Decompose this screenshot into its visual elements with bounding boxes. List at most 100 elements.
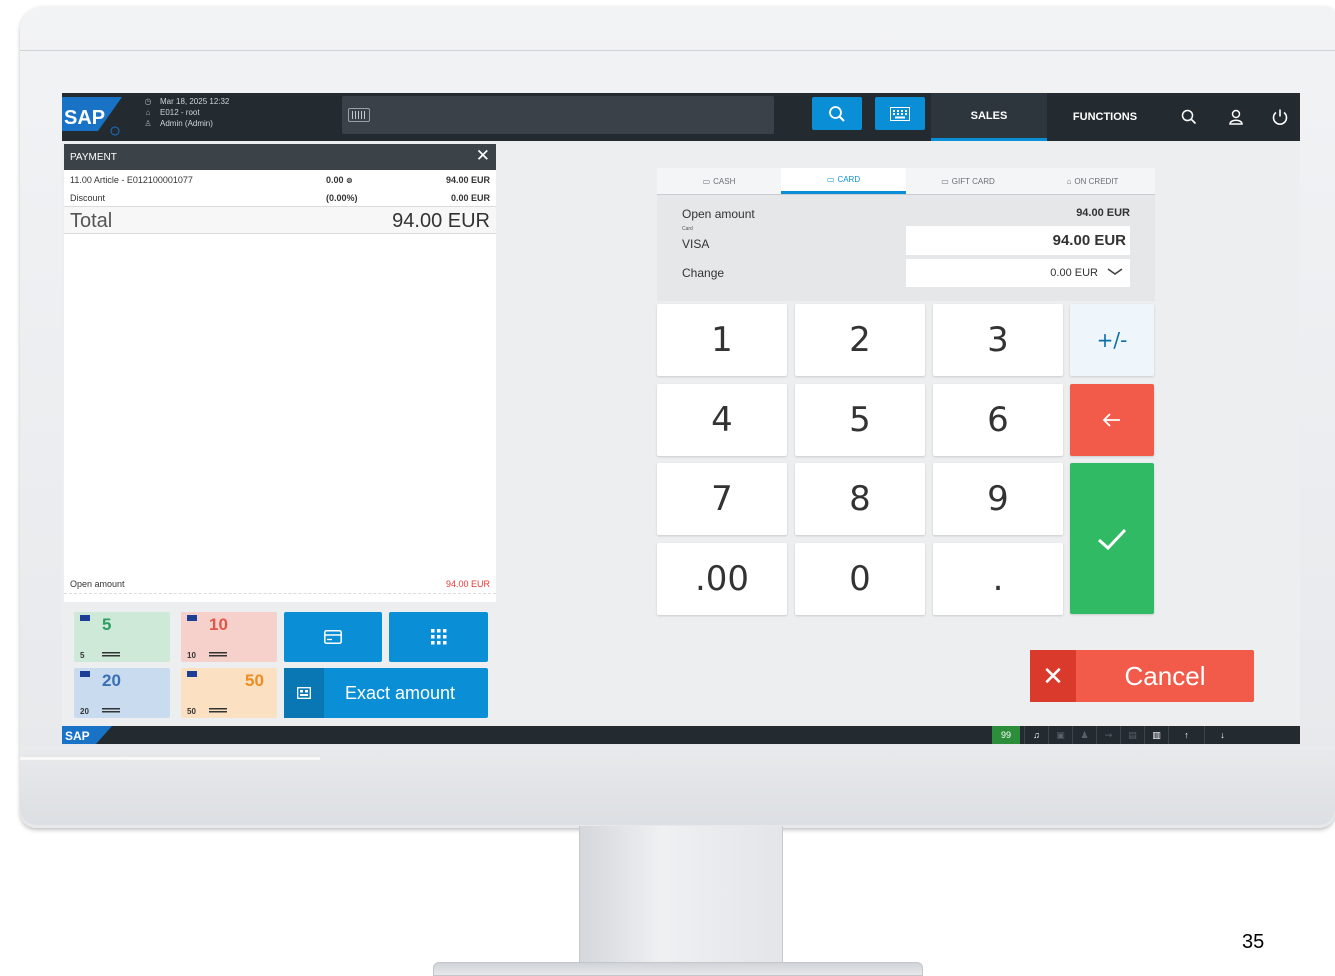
status-count-badge[interactable]: 99 — [992, 726, 1020, 744]
monitor-stand-base — [433, 962, 923, 976]
line-item-label: Discount — [70, 193, 106, 203]
line-item[interactable]: Discount (0.00%) 0.00 EUR — [64, 188, 496, 206]
line-item-qty: 0.00 — [326, 175, 344, 185]
tab-sales[interactable]: SALES — [931, 93, 1047, 141]
banknote-value: 10 — [209, 615, 228, 634]
session-datetime: Mar 18, 2025 12:32 — [160, 97, 230, 106]
svg-text:SAP: SAP — [64, 107, 105, 129]
slide: 35 SAP ◷ Mar 18, 2025 12:32 ⌂ E012 - root … — [0, 0, 1335, 976]
card-caption: Card — [682, 226, 693, 232]
close-icon[interactable]: ✕ — [476, 147, 490, 165]
change-value: 0.00 EUR — [1050, 267, 1098, 279]
session-info: ◷ Mar 18, 2025 12:32 ⌂ E012 - root ♙ Admin … — [144, 96, 229, 129]
card-amount-input[interactable]: 94.00 EUR — [906, 226, 1130, 255]
banknote-50-button[interactable]: 50 50 — [181, 668, 277, 718]
tender-tabs: ▭ CASH ▭ CARD ▭ GIFT CARD ⌂ ON CREDIT — [657, 168, 1155, 195]
keypad-key-1[interactable]: 1 — [657, 304, 787, 376]
tab-on-credit[interactable]: ⌂ ON CREDIT — [1030, 168, 1155, 194]
clock-icon: ◷ — [144, 97, 152, 106]
tab-gift-card[interactable]: ▭ GIFT CARD — [906, 168, 1030, 194]
banknote-lines — [102, 708, 120, 714]
eu-flag-icon — [187, 671, 197, 677]
user-icon: ♙ — [144, 119, 152, 128]
keypad-key-4[interactable]: 4 — [657, 384, 787, 456]
svg-text:SAP: SAP — [65, 729, 90, 743]
sap-logo: SAP — [62, 97, 122, 136]
session-store: E012 - root — [160, 108, 200, 117]
keypad-key-0[interactable]: 0 — [795, 543, 925, 615]
line-item[interactable]: 11.00 Article - E012100001077 0.00 ⊜ 94.… — [64, 170, 496, 188]
tab-gift-card-label: GIFT CARD — [951, 176, 995, 186]
keyboard-button[interactable] — [875, 97, 925, 130]
tab-card-label: CARD — [837, 175, 861, 184]
search-icon — [829, 105, 845, 122]
banknote-10-button[interactable]: 10 10 — [181, 612, 277, 662]
banknote-20-button[interactable]: 20 20 — [74, 668, 170, 718]
eu-flag-icon — [187, 615, 197, 621]
keypad-key-double-zero[interactable]: .00 — [657, 543, 787, 615]
drawer-icon: ▤ — [1120, 726, 1144, 744]
keypad-key-2[interactable]: 2 — [795, 304, 925, 376]
numpad-button[interactable] — [389, 612, 488, 662]
arrow-down-icon[interactable]: ↓ — [1204, 726, 1240, 744]
total-value: 94.00 EUR — [392, 210, 490, 232]
confirm-button[interactable] — [1070, 463, 1154, 614]
banknote-value: 50 — [245, 671, 264, 690]
arrow-left-icon — [1102, 413, 1120, 427]
keypad-key-6[interactable]: 6 — [933, 384, 1063, 456]
global-search-icon[interactable] — [1177, 105, 1201, 129]
keypad-key-8[interactable]: 8 — [795, 463, 925, 535]
notification-bell-icon[interactable]: ♫ — [1024, 726, 1048, 744]
search-button[interactable] — [812, 97, 862, 130]
tab-cash-label: CASH — [713, 176, 736, 186]
keypad-key-9[interactable]: 9 — [933, 463, 1063, 535]
keypad-key-decimal[interactable]: . — [933, 543, 1063, 615]
cancel-label: Cancel — [1124, 660, 1206, 691]
tab-cash[interactable]: ▭ CASH — [657, 168, 781, 194]
user-profile-icon[interactable] — [1224, 105, 1248, 129]
scale-icon: ♟ — [1072, 726, 1096, 744]
payment-panel-title: PAYMENT — [70, 151, 117, 163]
tab-card[interactable]: ▭ CARD — [781, 168, 906, 194]
banknote-lines — [209, 652, 227, 658]
keypad-key-7[interactable]: 7 — [657, 463, 787, 535]
keypad-key-5[interactable]: 5 — [795, 384, 925, 456]
chin-glare — [20, 757, 320, 760]
tab-functions[interactable]: FUNCTIONS — [1047, 93, 1163, 141]
banknote-small-value: 5 — [80, 651, 85, 660]
monitor-chin — [20, 745, 1335, 825]
chevron-down-icon[interactable] — [1104, 263, 1126, 283]
eu-flag-icon — [80, 671, 90, 677]
banknote-lines — [102, 652, 120, 658]
exact-amount-button[interactable]: Exact amount — [284, 668, 488, 718]
status-bar: SAP 99 ♫ ▣ ♟ ⇝ ▤ ▥ ↑ ↓ — [62, 726, 1300, 744]
power-icon[interactable] — [1268, 105, 1292, 129]
cash-icon: ▭ — [702, 176, 711, 186]
card-payment-button[interactable] — [284, 612, 382, 662]
printer-icon: ▣ — [1048, 726, 1072, 744]
change-field[interactable]: 0.00 EUR — [906, 259, 1130, 287]
total-label: Total — [70, 210, 113, 232]
slide-number: 35 — [1242, 931, 1265, 953]
database-icon[interactable]: ▥ — [1144, 726, 1168, 744]
cancel-button[interactable]: ✕ Cancel — [1030, 650, 1254, 702]
open-amount-value: 94.00 EUR — [445, 579, 490, 589]
keypad-key-3[interactable]: 3 — [933, 304, 1063, 376]
monitor-edge-line — [20, 50, 1335, 51]
quick-payment-buttons: 5 5 10 10 20 20 50 50 Exact amount — [64, 602, 496, 720]
line-item-amount: 94.00 EUR — [445, 175, 490, 185]
banknote-small-value: 20 — [80, 707, 89, 716]
backspace-button[interactable] — [1070, 384, 1154, 456]
banknote-5-button[interactable]: 5 5 — [74, 612, 170, 662]
close-icon: ✕ — [1030, 650, 1076, 702]
credit-icon: ⌂ — [1066, 176, 1072, 186]
keyboard-icon — [890, 106, 910, 121]
checkmark-icon — [1098, 528, 1127, 550]
scan-input[interactable] — [342, 96, 774, 134]
card-icon: ▭ — [826, 175, 835, 184]
plus-minus-button[interactable]: +/- — [1070, 304, 1154, 376]
banknote-small-value: 50 — [187, 707, 196, 716]
monitor-stand-neck — [579, 826, 783, 968]
arrow-up-icon[interactable]: ↑ — [1168, 726, 1204, 744]
grid-keypad-icon — [430, 629, 446, 645]
